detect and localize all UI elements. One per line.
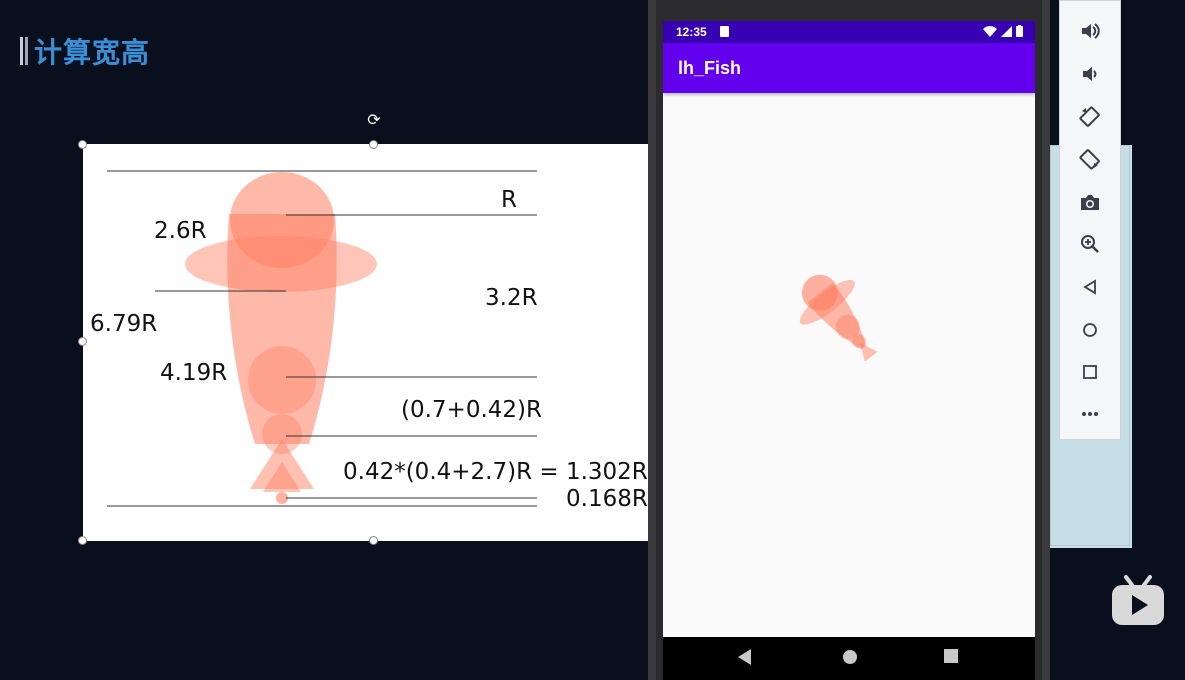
device-left-edge <box>648 0 656 680</box>
fish-dimension-diagram[interactable]: R 2.6R 3.2R 6.79R 4.19R (0.7+0.42)R 0.42… <box>83 144 663 541</box>
title-accent-bar <box>20 37 28 65</box>
emulator-side-toolbar <box>1059 0 1121 440</box>
app-title: lh_Fish <box>678 58 742 78</box>
camera-icon <box>1081 195 1099 210</box>
status-time: 12:35 <box>676 25 707 39</box>
slide-title: 计算宽高 <box>20 34 151 69</box>
resize-handle-top-center[interactable] <box>369 140 378 149</box>
more-icon <box>1082 412 1098 416</box>
navigation-bar <box>663 637 1035 680</box>
rotate-right-icon <box>1079 149 1100 170</box>
zoom-button[interactable] <box>1076 230 1104 258</box>
back-triangle-icon[interactable] <box>738 649 752 665</box>
fish-segment-large <box>248 346 316 414</box>
home-button[interactable] <box>1076 316 1104 344</box>
volume-down-button[interactable] <box>1076 60 1104 88</box>
battery-icon <box>1016 25 1023 37</box>
resize-handle-bottom-center[interactable] <box>369 536 378 545</box>
video-platform-logo-icon <box>1112 575 1164 625</box>
home-circle-icon[interactable] <box>842 649 858 665</box>
label-4-19r: 4.19R <box>160 360 228 386</box>
recents-square-icon[interactable] <box>944 649 958 663</box>
back-icon <box>1083 279 1096 295</box>
wifi-icon <box>983 25 997 37</box>
device-screen[interactable]: 12:35 lh_Fish <box>663 21 1035 637</box>
resize-handle-bottom-left[interactable] <box>78 536 87 545</box>
rotate-right-button[interactable] <box>1076 145 1104 173</box>
device-right-edge <box>1042 0 1050 680</box>
rotate-handle-icon[interactable]: ⟳ <box>366 113 382 129</box>
signal-icon <box>1001 25 1012 37</box>
home-icon <box>1083 323 1097 337</box>
status-icons <box>983 25 1023 37</box>
label-0-168r: 0.168R <box>566 486 648 512</box>
volume-up-button[interactable] <box>1076 17 1104 45</box>
overview-icon <box>1083 365 1097 379</box>
resize-handle-top-left[interactable] <box>78 140 87 149</box>
volume-down-icon <box>1083 67 1097 81</box>
back-button[interactable] <box>1076 273 1104 301</box>
label-product: 0.42*(0.4+2.7)R = 1.302R <box>343 459 648 485</box>
label-2-6r: 2.6R <box>154 218 207 244</box>
rotate-left-button[interactable] <box>1076 103 1104 131</box>
overview-button[interactable] <box>1076 358 1104 386</box>
resize-handle-middle-left[interactable] <box>78 337 87 346</box>
screenshot-button[interactable] <box>1076 188 1104 216</box>
rotate-left-icon <box>1079 106 1100 127</box>
sd-card-icon <box>720 26 729 37</box>
more-button[interactable] <box>1076 400 1104 428</box>
label-sum: (0.7+0.42)R <box>401 397 542 423</box>
rendered-fish <box>799 274 878 361</box>
label-3-2r: 3.2R <box>485 285 538 311</box>
slide-title-text: 计算宽高 <box>34 36 151 69</box>
app-bar: lh_Fish <box>663 43 1035 93</box>
label-6-79r: 6.79R <box>90 311 158 337</box>
zoom-icon <box>1081 235 1099 253</box>
volume-up-icon <box>1082 23 1100 39</box>
status-bar: 12:35 <box>663 21 1035 43</box>
label-r: R <box>501 187 517 213</box>
